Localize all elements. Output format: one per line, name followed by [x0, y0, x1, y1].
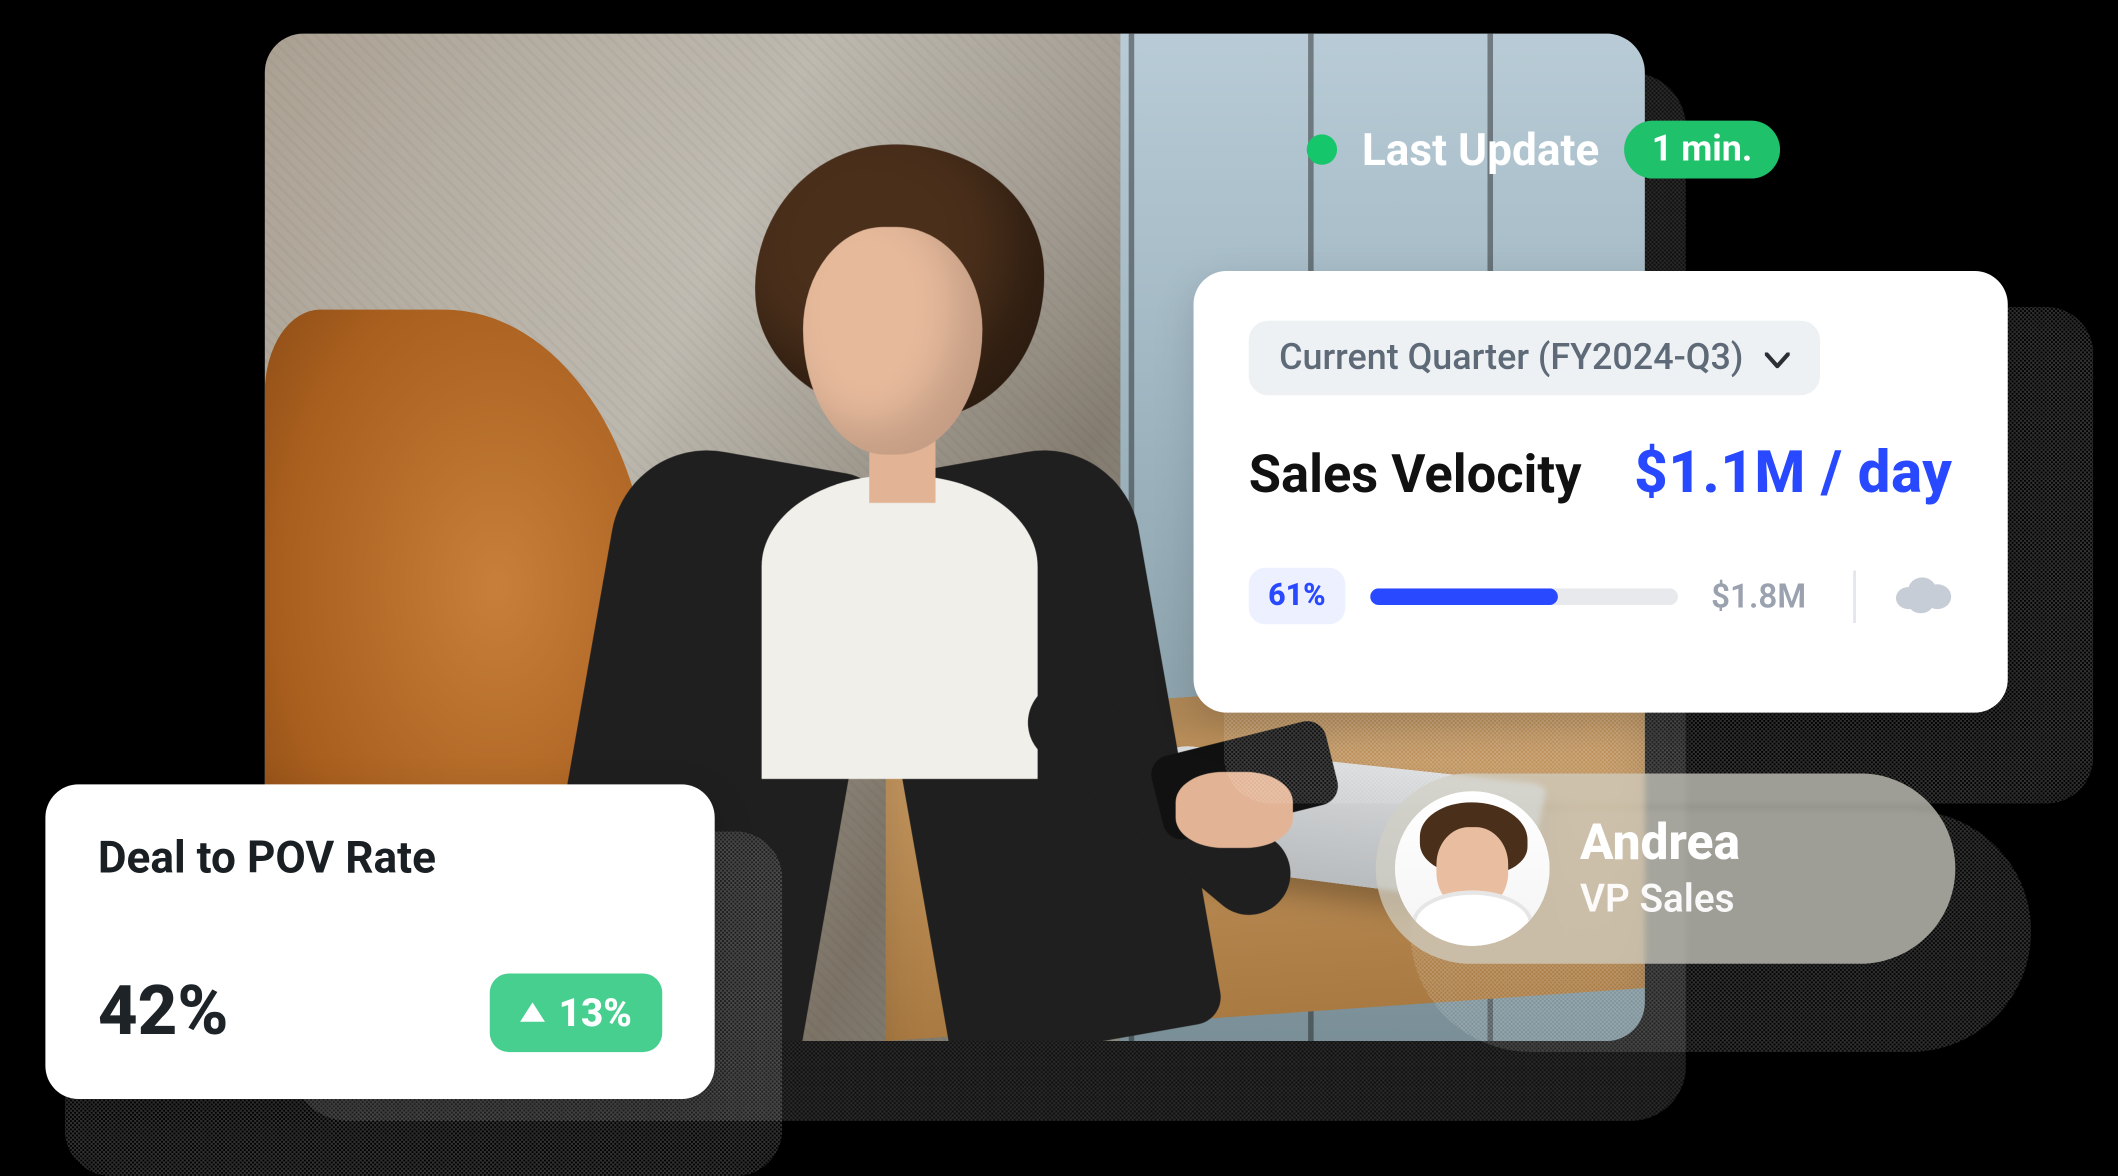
status-last-update: Last Update 1 min.: [1307, 121, 1780, 179]
pov-delta-badge: 13%: [490, 973, 663, 1052]
pov-title: Deal to POV Rate: [98, 831, 662, 883]
user-name: Andrea: [1580, 816, 1740, 871]
deal-to-pov-card: Deal to POV Rate 42% 13%: [45, 784, 714, 1099]
progress-target: $1.8M: [1711, 577, 1806, 616]
sales-velocity-card: Current Quarter (FY2024-Q3) Sales Veloci…: [1194, 271, 2008, 713]
status-dot-icon: [1307, 134, 1337, 164]
progress-percent-badge: 61%: [1249, 568, 1345, 625]
velocity-metric-value: $1.1M / day: [1634, 439, 1952, 507]
triangle-up-icon: [520, 1002, 545, 1021]
pov-delta-value: 13%: [559, 989, 632, 1035]
period-select-label: Current Quarter (FY2024-Q3): [1279, 337, 1743, 378]
user-role: VP Sales: [1580, 876, 1740, 922]
avatar: [1395, 791, 1550, 946]
progress-bar-fill: [1370, 588, 1558, 605]
status-label: Last Update: [1362, 123, 1599, 175]
caret-down-icon: [1766, 337, 1791, 378]
divider: [1853, 570, 1856, 622]
progress-bar: [1370, 588, 1678, 605]
user-pill[interactable]: Andrea VP Sales: [1376, 773, 1956, 963]
status-value-pill: 1 min.: [1624, 121, 1780, 179]
period-select[interactable]: Current Quarter (FY2024-Q3): [1249, 321, 1821, 396]
salesforce-icon: [1892, 573, 1953, 620]
velocity-metric-label: Sales Velocity: [1249, 445, 1582, 506]
pov-value: 42%: [98, 972, 229, 1052]
